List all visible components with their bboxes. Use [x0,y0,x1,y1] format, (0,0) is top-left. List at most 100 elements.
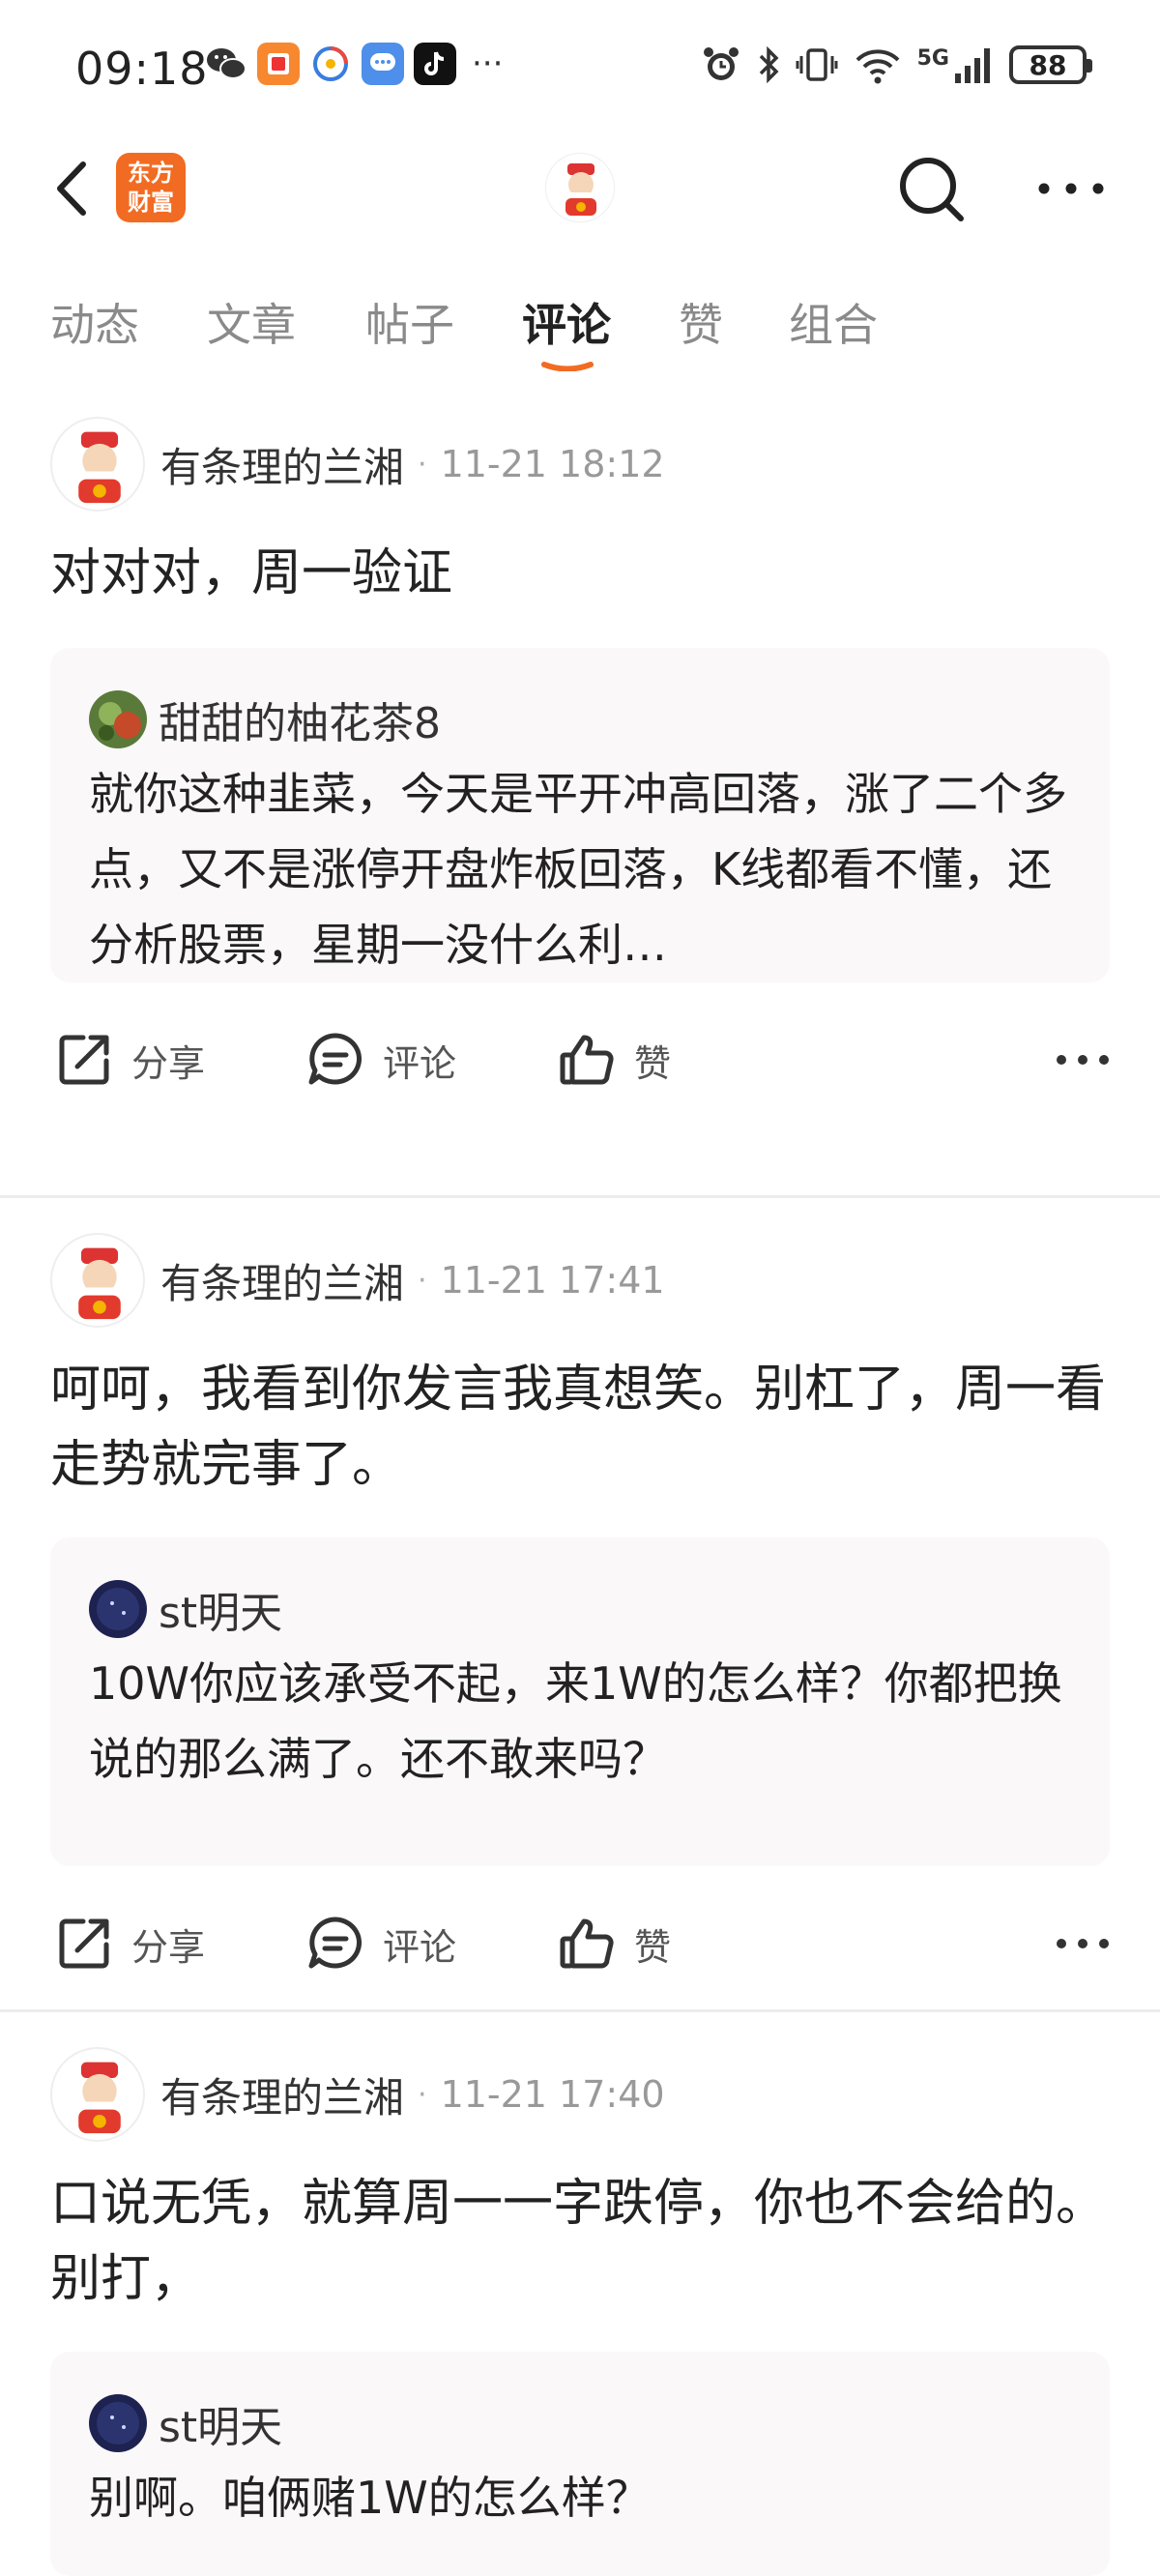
quoted-author-row[interactable]: 甜甜的柚花茶8 [89,688,441,750]
more-horizontal-icon[interactable] [1054,1040,1112,1079]
god-of-wealth-avatar-icon [78,2062,121,2134]
active-tab-indicator [541,362,594,371]
more-options-button[interactable] [1032,164,1110,213]
comment-time: 11-21 17:41 [440,1259,665,1302]
status-bar: 09:18 ··· 5G 88 [0,0,1160,135]
photo-avatar-icon [89,690,147,748]
tab-portfolio[interactable]: 组合 [789,290,878,354]
share-icon [59,1918,109,1969]
quoted-author-avatar[interactable] [89,2394,147,2452]
comment-label: 评论 [383,1041,457,1085]
quoted-author-avatar[interactable] [89,690,147,748]
night-sky-avatar-icon [89,2394,147,2452]
card-divider [0,1195,1160,1198]
author-name[interactable]: 有条理的兰湘 [160,2065,404,2124]
share-icon [59,1035,109,1085]
quoted-author-row[interactable]: st明天 [89,2392,282,2454]
wechat-icon [205,43,247,85]
comment-text[interactable]: 对对对，周一验证 [50,536,1110,611]
author-avatar[interactable] [50,417,145,512]
comment-card[interactable]: 有条理的兰湘 · 11-21 18:12 对对对，周一验证 甜甜的柚花茶8 就你… [0,416,1160,1199]
quoted-post[interactable]: st明天 别啊。咱俩赌1W的怎么样？ [50,2352,1110,2576]
bluetooth-icon [759,45,779,84]
share-button[interactable]: 分享 [54,1021,205,1098]
comment-actions: 分享 评论 赞 [0,1021,1160,1098]
profile-tabs: 动态 文章 帖子 评论 赞 组合 [0,280,1160,387]
author-name[interactable]: 有条理的兰湘 [160,435,404,494]
quoted-author-avatar[interactable] [89,1580,147,1638]
quoted-post[interactable]: 甜甜的柚花茶8 就你这种韭菜，今天是平开冲高回落，涨了二个多点，又不是涨停开盘炸… [50,648,1110,982]
top-nav-bar: 东方 财富 [0,135,1160,242]
author-avatar[interactable] [50,2047,145,2142]
comment-time: 11-21 17:40 [440,2073,665,2116]
search-button[interactable] [893,151,971,228]
comment-card[interactable]: 有条理的兰湘 · 11-21 17:40 口说无凭，就算周一一字跌停，你也不会给… [0,2046,1160,2576]
browser-app-icon [309,43,352,85]
author-name[interactable]: 有条理的兰湘 [160,1251,404,1310]
comment-text[interactable]: 口说无凭，就算周一一字跌停，你也不会给的。别打， [50,2166,1110,2317]
quoted-author-name[interactable]: 甜甜的柚花茶8 [159,688,441,750]
comment-bubble-icon [308,1033,362,1085]
meta-separator: · [418,1263,427,1298]
battery-level: 88 [1029,48,1067,81]
back-button[interactable] [48,157,97,220]
brand-logo[interactable]: 东方 财富 [116,153,186,222]
comment-text[interactable]: 呵呵，我看到你发言我真想笑。别杠了，周一看走势就完事了。 [50,1352,1110,1503]
signal-icon [955,48,990,83]
more-horizontal-icon [1038,183,1104,194]
quoted-text: 10W你应该承受不起，来1W的怎么样？你都把换说的那么满了。还不敢来吗？ [89,1657,1062,1785]
meta-separator: · [418,2077,427,2112]
comment-time: 11-21 18:12 [440,443,665,485]
comment-actions: 分享 评论 赞 [0,1905,1160,1982]
tab-likes[interactable]: 赞 [679,290,723,354]
god-of-wealth-avatar-icon [78,431,121,504]
comment-author-row[interactable]: 有条理的兰湘 · 11-21 17:40 [50,2046,665,2143]
tab-dynamics[interactable]: 动态 [50,290,139,354]
comment-bubble-icon [308,1917,362,1969]
god-of-wealth-avatar-icon [78,1247,121,1320]
tab-articles[interactable]: 文章 [207,290,296,354]
quoted-text: 就你这种韭菜，今天是平开冲高回落，涨了二个多点，又不是涨停开盘炸板回落，K线都看… [89,768,1067,971]
tab-comments[interactable]: 评论 [522,290,611,354]
like-label: 赞 [634,1925,672,1969]
tiktok-icon [414,43,456,85]
brand-logo-line1: 东方 [128,160,174,187]
search-icon [900,158,964,221]
comment-author-row[interactable]: 有条理的兰湘 · 11-21 17:41 [50,1232,665,1329]
comment-button[interactable]: 评论 [305,1021,456,1098]
share-label: 分享 [131,1925,206,1969]
status-time: 09:18 [75,43,209,95]
tab-posts[interactable]: 帖子 [365,290,454,354]
alarm-icon [703,47,739,80]
share-button[interactable]: 分享 [54,1905,205,1982]
thumbs-up-icon [560,1035,614,1085]
thumbs-up-icon [560,1918,614,1969]
meta-separator: · [418,447,427,482]
quoted-text: 别啊。咱俩赌1W的怎么样？ [89,2472,651,2524]
like-label: 赞 [634,1041,672,1085]
wifi-icon [856,49,900,84]
comment-author-row[interactable]: 有条理的兰湘 · 11-21 18:12 [50,416,665,512]
brand-logo-line2: 财富 [128,189,174,216]
like-button[interactable]: 赞 [557,1021,671,1098]
notification-icons: ··· [205,43,503,85]
more-horizontal-icon[interactable] [1054,1924,1112,1963]
comment-card[interactable]: 有条理的兰湘 · 11-21 17:41 呵呵，我看到你发言我真想笑。别杠了，周… [0,1232,1160,2015]
author-avatar[interactable] [50,1233,145,1328]
quoted-author-name[interactable]: st明天 [159,1578,282,1640]
battery-indicator: 88 [1009,45,1092,84]
quoted-post[interactable]: st明天 10W你应该承受不起，来1W的怎么样？你都把换说的那么满了。还不敢来吗… [50,1537,1110,1866]
like-button[interactable]: 赞 [557,1905,671,1982]
chevron-left-icon [57,161,86,216]
system-icons: 5G 88 [701,44,1092,85]
quoted-author-row[interactable]: st明天 [89,1578,282,1640]
comment-label: 评论 [383,1925,457,1969]
vibrate-icon [796,48,838,81]
quoted-author-name[interactable]: st明天 [159,2392,282,2454]
red-envelope-app-icon [257,43,300,85]
comment-button[interactable]: 评论 [305,1905,456,1982]
night-sky-avatar-icon [89,1580,147,1638]
profile-avatar[interactable] [545,153,615,222]
message-app-icon [362,43,404,85]
share-label: 分享 [131,1041,206,1085]
